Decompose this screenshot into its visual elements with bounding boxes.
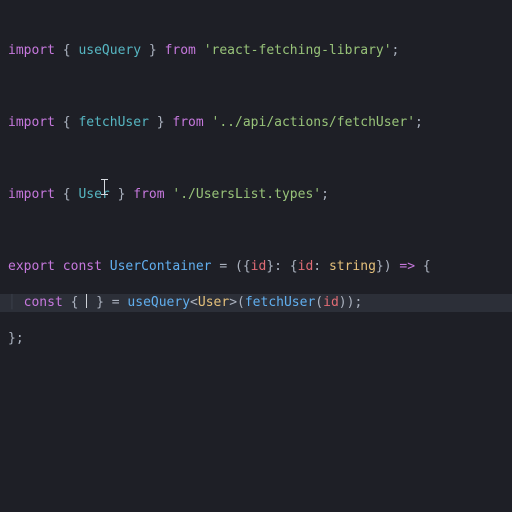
param: id [251,259,267,274]
semicolon: ; [354,295,362,310]
identifier: useQuery [78,43,141,58]
blank-line[interactable] [8,150,512,168]
indent-guide-icon: │ [8,295,24,310]
paren-open: ( [237,295,245,310]
brace-open: { [71,295,87,310]
brace-open: { [290,259,298,274]
string: ./UsersList.types [180,187,313,202]
brace-close: } [88,295,104,310]
code-editor[interactable]: import { useQuery } from 'react-fetching… [0,0,512,420]
string-quote: ' [407,115,415,130]
blank-line[interactable] [8,222,512,240]
brace-open: { [423,259,431,274]
code-line[interactable]: import { fetchUser } from '../api/action… [8,114,512,132]
type-key: id [298,259,314,274]
angle-open: < [190,295,198,310]
colon: : [313,259,329,274]
type-arg: User [198,295,229,310]
closing-brace: }; [8,331,24,346]
argument: id [323,295,339,310]
code-line[interactable]: }; [8,330,512,348]
brace-close: } [376,259,384,274]
active-code-line[interactable]: │ const { } = useQuery<User>(fetchUser(i… [0,294,512,312]
type: string [329,259,376,274]
const-name: UserContainer [110,259,212,274]
keyword: from [172,115,203,130]
punct: { [55,187,78,202]
brace-open: { [243,259,251,274]
equals: = [212,259,235,274]
space [196,43,204,58]
blank-line[interactable] [8,78,512,96]
paren-close: ) [339,295,347,310]
keyword: import [8,43,55,58]
identifier: User [78,187,109,202]
keyword: from [165,43,196,58]
string: ../api/actions/fetchUser [219,115,407,130]
function-call: useQuery [127,295,190,310]
identifier: fetchUser [78,115,148,130]
function-call: fetchUser [245,295,315,310]
keyword: from [133,187,164,202]
angle-close: > [229,295,237,310]
code-line[interactable]: import { User } from './UsersList.types'… [8,186,512,204]
string-quote: ' [204,43,212,58]
brace-close: } [266,259,274,274]
space [63,295,71,310]
paren-open: ( [315,295,323,310]
string-quote: ' [313,187,321,202]
punct: { [55,115,78,130]
paren-open: ( [235,259,243,274]
keyword: export [8,259,55,274]
space [102,259,110,274]
punct: } [141,43,164,58]
code-line[interactable]: export const UserContainer = ({id}: {id:… [8,258,512,276]
arrow: => [392,259,423,274]
punct: { [55,43,78,58]
string: react-fetching-library [212,43,384,58]
keyword: import [8,187,55,202]
semicolon: ; [415,115,423,130]
punct: } [110,187,133,202]
equals: = [104,295,127,310]
semicolon: ; [392,43,400,58]
semicolon: ; [321,187,329,202]
code-line[interactable]: import { useQuery } from 'react-fetching… [8,42,512,60]
space [55,259,63,274]
colon: : [274,259,290,274]
keyword: const [63,259,102,274]
keyword: const [24,295,63,310]
string-quote: ' [384,43,392,58]
space [204,115,212,130]
keyword: import [8,115,55,130]
punct: } [149,115,172,130]
paren-close: ) [384,259,392,274]
